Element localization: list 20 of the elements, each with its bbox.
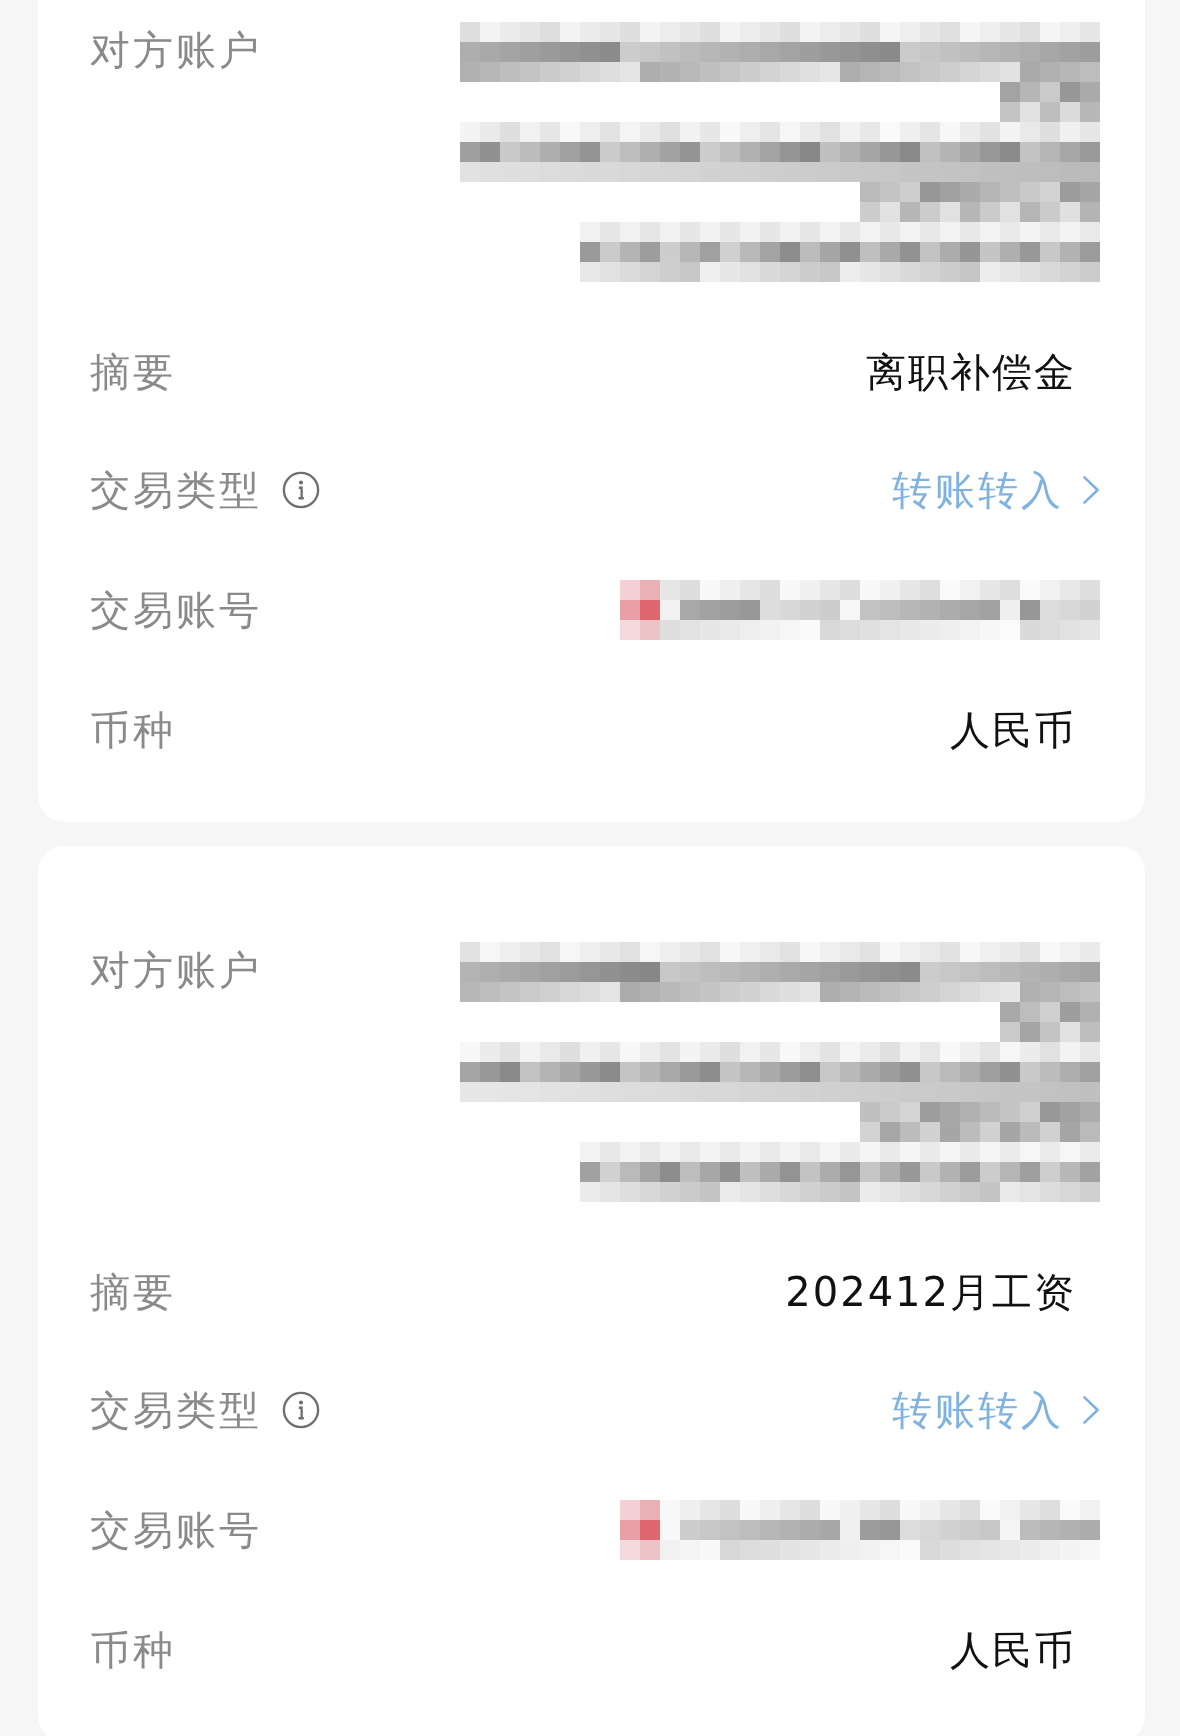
field-label: 对方账户 [90,946,262,995]
field-label: 交易类型 [90,466,262,515]
field-value: 202412月工资 [785,1268,1077,1317]
field-label: 摘要 [90,1268,176,1317]
field-label: 交易类型 [90,1386,262,1435]
field-value: 人民币 [950,706,1077,755]
transaction-type-link[interactable]: 转账转入 [892,462,1100,518]
field-value: 离职补偿金 [866,348,1077,397]
info-icon[interactable] [282,471,320,509]
chevron-right-icon [1082,475,1100,505]
field-label: 摘要 [90,348,176,397]
field-label: 币种 [90,706,176,755]
field-label: 对方账户 [90,26,262,75]
field-label: 交易账号 [90,1506,262,1555]
chevron-right-icon [1082,1395,1100,1425]
field-label: 币种 [90,1626,176,1675]
field-value: 人民币 [950,1626,1077,1675]
field-label: 交易账号 [90,586,262,635]
info-icon[interactable] [282,1391,320,1429]
transaction-type-link[interactable]: 转账转入 [892,1382,1100,1438]
